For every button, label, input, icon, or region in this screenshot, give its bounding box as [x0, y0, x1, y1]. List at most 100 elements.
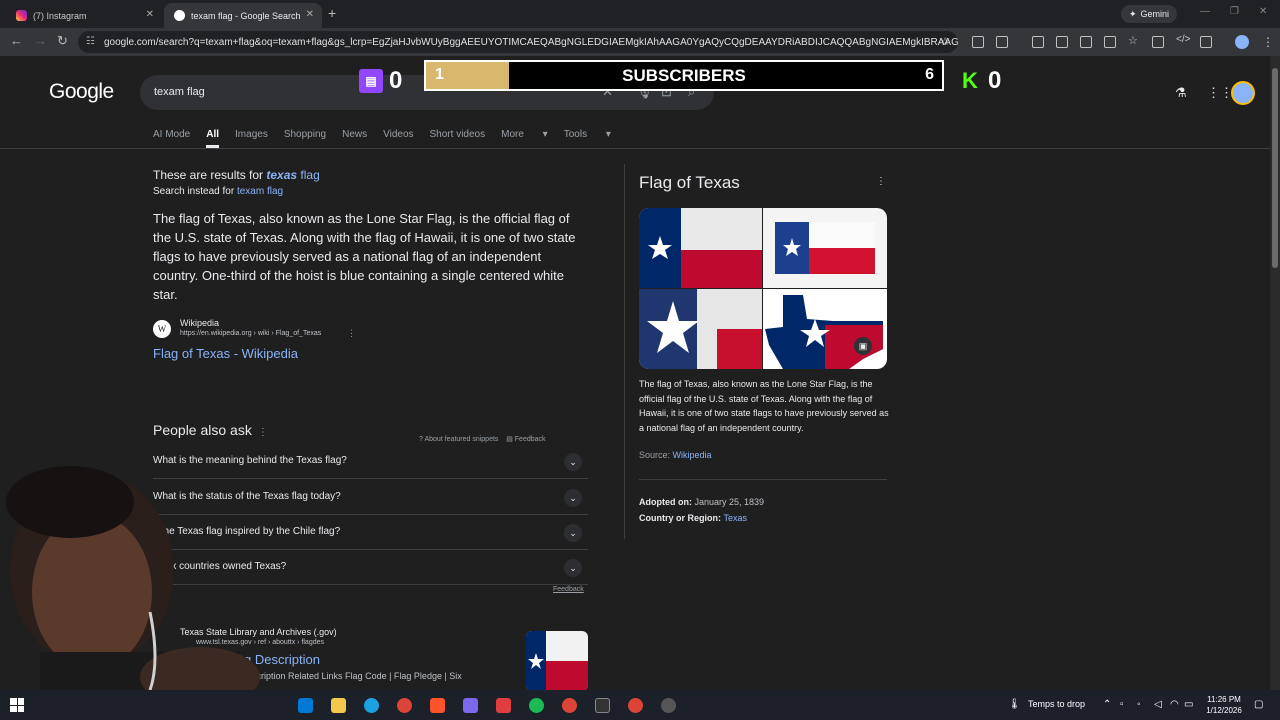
scrollbar-thumb[interactable]: [1272, 68, 1278, 268]
puzzle-icon[interactable]: [996, 36, 1008, 48]
chrome-icon[interactable]: [397, 698, 412, 713]
tab-instagram[interactable]: (7) Instagram ✕: [6, 3, 162, 28]
mic-tray-icon[interactable]: ◦: [1137, 699, 1141, 710]
brave-icon[interactable]: [430, 698, 445, 713]
chevron-down-icon[interactable]: ⌄: [564, 524, 582, 542]
spotify-icon[interactable]: [529, 698, 544, 713]
about-featured-link[interactable]: About featured snippets: [424, 436, 498, 443]
featured-snippet-footer: ? About featured snippets ▤ Feedback: [419, 435, 546, 443]
featured-result-title[interactable]: Flag of Texas - Wikipedia: [153, 346, 589, 361]
paa-feedback-link[interactable]: Feedback: [553, 586, 584, 593]
back-icon[interactable]: ←: [10, 33, 23, 48]
code-icon[interactable]: </>: [1176, 34, 1190, 46]
filter-ai-mode[interactable]: AI Mode: [153, 129, 190, 148]
corrected-bold: texas: [266, 168, 298, 182]
app-icon[interactable]: [661, 698, 676, 713]
source-link[interactable]: Wikipedia: [673, 450, 712, 460]
flag-image-grid[interactable]: ▣: [639, 208, 887, 369]
extension-icon[interactable]: [1104, 36, 1116, 48]
gemini-button[interactable]: ✦ Gemini: [1121, 5, 1178, 23]
featured-snippet-text: The flag of Texas, also known as the Lon…: [153, 211, 576, 302]
result-thumbnail[interactable]: [526, 631, 588, 690]
filter-videos[interactable]: Videos: [383, 129, 413, 148]
obs-icon[interactable]: [595, 698, 610, 713]
original-query-link[interactable]: texam flag: [237, 186, 283, 197]
bookmark-star-icon[interactable]: ☆: [940, 35, 950, 48]
edge-icon[interactable]: [364, 698, 379, 713]
fact-region: Country or Region: Texas: [639, 513, 747, 523]
tray-app-icon[interactable]: ▫: [1120, 699, 1124, 710]
close-tab-icon[interactable]: ✕: [146, 9, 154, 20]
extension-icon[interactable]: [1032, 36, 1044, 48]
google-logo[interactable]: Google: [49, 80, 114, 104]
notification-icon[interactable]: ▢: [1254, 699, 1263, 710]
apps-grid-icon[interactable]: ⋮⋮: [1207, 85, 1233, 101]
keyboard-icon[interactable]: ▭: [1184, 699, 1193, 710]
more-options-icon[interactable]: ⋮: [347, 328, 356, 339]
fact-value-link[interactable]: Texas: [724, 513, 748, 523]
filter-images[interactable]: Images: [235, 129, 268, 148]
new-tab-button[interactable]: +: [328, 5, 336, 21]
tab-google-search[interactable]: texam flag - Google Search ✕: [164, 3, 322, 28]
kick-counter: K 0: [960, 67, 1010, 97]
favorites-icon[interactable]: ☆: [1128, 34, 1140, 47]
filter-more[interactable]: More ▾: [501, 129, 548, 148]
clock[interactable]: 11:26 PM 1/12/2026: [1198, 694, 1250, 716]
mail-icon[interactable]: [298, 698, 313, 713]
instagram-icon: [16, 10, 27, 21]
flag-image[interactable]: [639, 289, 762, 369]
filter-news[interactable]: News: [342, 129, 367, 148]
reload-icon[interactable]: ↻: [57, 33, 68, 49]
chevron-down-icon[interactable]: ⌄: [564, 453, 582, 471]
address-bar[interactable]: ☷ google.com/search?q=texam+flag&oq=texa…: [78, 31, 958, 53]
feedback-link[interactable]: Feedback: [515, 436, 546, 443]
site-info-icon[interactable]: ☷: [86, 36, 95, 47]
image-search-icon[interactable]: ▣: [854, 337, 872, 355]
screenshot-icon[interactable]: [1200, 36, 1212, 48]
snippet-source[interactable]: W Wikipedia https://en.wikipedia.org › w…: [153, 318, 589, 342]
filter-shopping[interactable]: Shopping: [284, 129, 326, 148]
source-url: https://en.wikipedia.org › wiki › Flag_o…: [180, 330, 322, 337]
flag-image[interactable]: [763, 289, 887, 369]
app-icon[interactable]: [463, 698, 478, 713]
corrected-query-link[interactable]: texas flag: [266, 168, 319, 182]
result-title[interactable]: Flag Description: [226, 652, 510, 667]
extension-icon[interactable]: [1056, 36, 1068, 48]
filter-tools[interactable]: Tools ▾: [564, 129, 611, 148]
correction-prefix: These are results for: [153, 168, 267, 182]
window-close-icon[interactable]: ✕: [1259, 6, 1267, 17]
minimize-icon[interactable]: —: [1200, 6, 1210, 17]
volume-icon[interactable]: ◁: [1154, 699, 1162, 710]
kick-count: 0: [988, 67, 1002, 94]
filter-all[interactable]: All: [206, 129, 220, 148]
account-avatar[interactable]: [1231, 81, 1255, 105]
start-icon[interactable]: [10, 698, 24, 712]
weather-text[interactable]: Temps to drop: [1028, 699, 1085, 709]
forward-icon[interactable]: →: [34, 33, 47, 48]
maximize-icon[interactable]: ❐: [1230, 6, 1239, 17]
scrollbar[interactable]: [1270, 56, 1280, 690]
translate-icon[interactable]: [1152, 36, 1164, 48]
more-options-icon[interactable]: ⋮: [258, 427, 268, 438]
extension-icon[interactable]: [1080, 36, 1092, 48]
flag-image[interactable]: [763, 208, 887, 288]
knowledge-source: Source: Wikipedia: [639, 450, 712, 460]
close-tab-icon[interactable]: ✕: [306, 9, 314, 20]
profile-avatar[interactable]: [1235, 35, 1249, 49]
extension-icon[interactable]: [972, 36, 984, 48]
texas-flag-thumbnail: [526, 631, 588, 690]
chevron-down-icon[interactable]: ⌄: [564, 559, 582, 577]
chrome-icon[interactable]: [562, 698, 577, 713]
chrome-icon[interactable]: [628, 698, 643, 713]
filter-short-videos[interactable]: Short videos: [430, 129, 486, 148]
file-explorer-icon[interactable]: [331, 698, 346, 713]
chevron-down-icon[interactable]: ⌄: [564, 489, 582, 507]
app-icon[interactable]: [496, 698, 511, 713]
wifi-icon[interactable]: ◠: [1170, 699, 1179, 710]
flag-image[interactable]: [639, 208, 762, 288]
chevron-up-icon[interactable]: ⌃: [1103, 699, 1111, 710]
search-input[interactable]: texam flag: [154, 86, 205, 98]
labs-icon[interactable]: ⚗: [1175, 85, 1187, 101]
menu-icon[interactable]: ⋮: [1262, 35, 1274, 49]
more-options-icon[interactable]: ⋮: [876, 176, 886, 187]
